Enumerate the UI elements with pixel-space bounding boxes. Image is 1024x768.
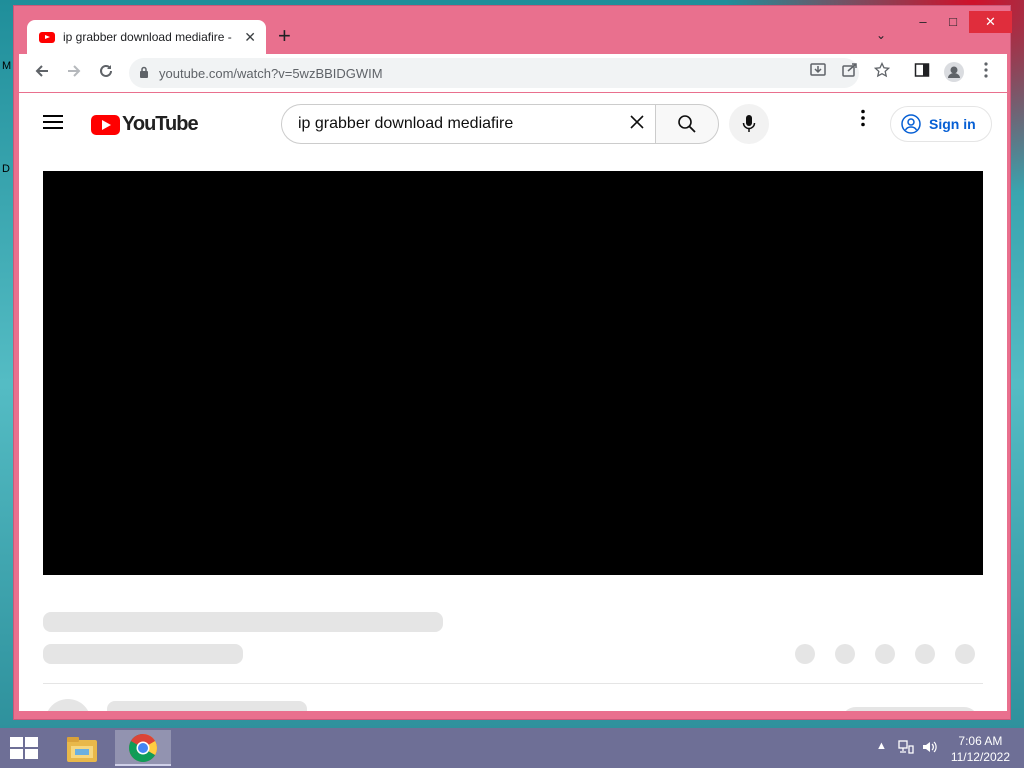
chrome-taskbar-button[interactable] bbox=[115, 730, 171, 766]
sign-in-label: Sign in bbox=[929, 116, 976, 132]
network-icon[interactable] bbox=[898, 740, 914, 757]
share-icon[interactable] bbox=[839, 62, 861, 84]
channel-name-placeholder bbox=[107, 701, 307, 711]
subscribe-placeholder bbox=[841, 707, 979, 711]
forward-arrow-icon bbox=[68, 65, 81, 77]
volume-icon[interactable] bbox=[922, 740, 938, 757]
url-text[interactable]: youtube.com/watch?v=5wzBBIDGWIM bbox=[159, 66, 383, 81]
youtube-header: YouTube ip grabber download mediafire Si… bbox=[19, 93, 1007, 149]
account-icon bbox=[901, 114, 921, 134]
tab-search-icon[interactable]: ⌄ bbox=[876, 28, 886, 42]
search-icon bbox=[678, 114, 696, 133]
youtube-favicon-icon bbox=[39, 31, 55, 43]
channel-avatar-placeholder bbox=[45, 699, 91, 711]
menu-icon[interactable] bbox=[975, 62, 997, 84]
maximize-button[interactable]: □ bbox=[939, 11, 967, 33]
desktop-icon-label[interactable]: M bbox=[2, 60, 11, 72]
video-player[interactable] bbox=[43, 171, 983, 575]
search-input[interactable]: ip grabber download mediafire bbox=[281, 104, 655, 144]
install-icon[interactable] bbox=[807, 62, 829, 84]
back-button[interactable] bbox=[31, 62, 53, 86]
new-tab-button[interactable]: + bbox=[278, 25, 291, 47]
back-arrow-icon bbox=[35, 65, 48, 77]
microphone-icon bbox=[742, 114, 756, 132]
reload-button[interactable] bbox=[95, 62, 117, 86]
hamburger-menu-icon[interactable] bbox=[43, 115, 63, 129]
sign-in-button[interactable]: Sign in bbox=[890, 106, 992, 142]
youtube-logo[interactable]: YouTube bbox=[91, 113, 199, 136]
tab-title: ip grabber download mediafire - bbox=[63, 30, 232, 44]
browser-toolbar: youtube.com/watch?v=5wzBBIDGWIM bbox=[19, 54, 1007, 140]
windows-start-icon[interactable] bbox=[10, 737, 38, 759]
voice-search-button[interactable] bbox=[729, 104, 769, 144]
minimize-button[interactable]: – bbox=[909, 11, 937, 33]
reload-icon bbox=[100, 64, 112, 77]
forward-button[interactable] bbox=[63, 62, 85, 86]
meta-placeholder bbox=[43, 644, 243, 664]
action-placeholder bbox=[875, 644, 895, 664]
action-placeholder bbox=[915, 644, 935, 664]
taskbar: ▲ 7:06 AM 11/12/2022 bbox=[0, 728, 1024, 768]
desktop-icon-label[interactable]: D bbox=[2, 163, 10, 175]
lock-icon[interactable] bbox=[139, 66, 149, 81]
close-window-button[interactable]: ✕ bbox=[969, 11, 1012, 33]
settings-more-icon[interactable] bbox=[853, 109, 873, 133]
title-bar[interactable]: ip grabber download mediafire - ✕ + ⌄ – … bbox=[14, 6, 1012, 54]
clock-date: 11/12/2022 bbox=[950, 750, 1010, 764]
title-placeholder bbox=[43, 612, 443, 632]
browser-window: ip grabber download mediafire - ✕ + ⌄ – … bbox=[13, 5, 1012, 720]
chrome-icon bbox=[129, 734, 157, 762]
action-placeholder bbox=[795, 644, 815, 664]
youtube-logo-text: YouTube bbox=[122, 113, 199, 135]
action-placeholder bbox=[955, 644, 975, 664]
tab-close-icon[interactable]: ✕ bbox=[244, 29, 256, 46]
action-placeholder bbox=[835, 644, 855, 664]
browser-tab[interactable]: ip grabber download mediafire - ✕ bbox=[27, 20, 266, 54]
search-button[interactable] bbox=[655, 104, 719, 144]
clock[interactable]: 7:06 AM 11/12/2022 bbox=[951, 733, 1010, 765]
bookmark-star-icon[interactable] bbox=[871, 61, 893, 84]
side-panel-icon[interactable] bbox=[911, 62, 933, 84]
profile-icon[interactable] bbox=[943, 62, 965, 88]
webpage: YouTube ip grabber download mediafire Si… bbox=[19, 93, 1007, 711]
file-explorer-icon[interactable] bbox=[55, 730, 111, 766]
divider bbox=[43, 683, 983, 684]
address-bar[interactable]: youtube.com/watch?v=5wzBBIDGWIM bbox=[129, 58, 859, 88]
show-hidden-icons-button[interactable]: ▲ bbox=[876, 740, 887, 752]
clock-time: 7:06 AM bbox=[958, 734, 1003, 748]
youtube-play-icon bbox=[91, 114, 120, 135]
search-query[interactable]: ip grabber download mediafire bbox=[298, 115, 629, 133]
clear-search-icon[interactable] bbox=[629, 113, 645, 136]
